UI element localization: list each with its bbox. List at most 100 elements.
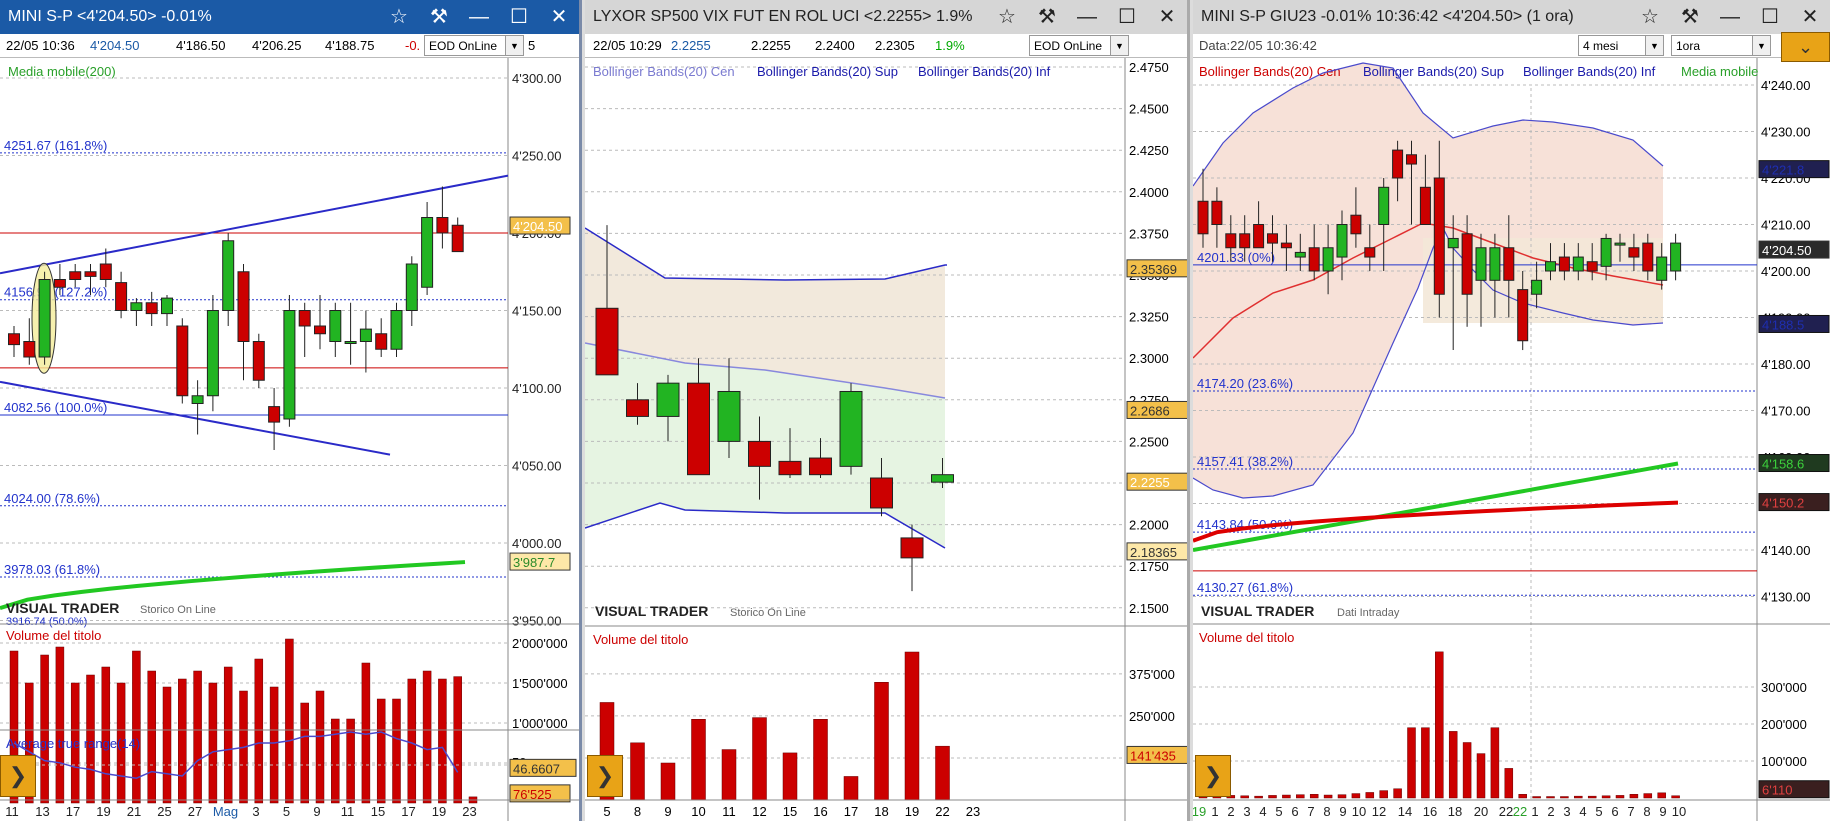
price-candle	[1558, 256, 1570, 272]
volume-bar	[935, 745, 950, 801]
info-low: 2.2305	[875, 38, 915, 53]
info-open: 2.2255	[751, 38, 791, 53]
price-candle	[1239, 233, 1251, 249]
data-source-select[interactable]: EOD OnLine ▼	[1029, 35, 1129, 56]
volume-bar	[422, 670, 432, 804]
x-tick-label: 8	[1643, 804, 1650, 819]
volume-bar	[691, 719, 706, 801]
volume-bar	[782, 752, 798, 801]
indicator-label: Media mobile(200)	[8, 64, 116, 79]
volume-bar	[376, 698, 386, 804]
maximize-icon[interactable]: ☐	[1750, 0, 1790, 34]
panel3-title: MINI S-P GIU23 -0.01% 10:36:42 <4'204.50…	[1201, 8, 1574, 25]
price-candle	[1378, 186, 1390, 226]
volume-bar	[1490, 727, 1500, 799]
star-icon[interactable]: ☆	[379, 0, 419, 34]
x-tick-label: 5	[1595, 804, 1602, 819]
fib-cutoff-label: 3916.74 (50.0%)	[6, 616, 87, 628]
maximize-icon[interactable]: ☐	[499, 0, 539, 34]
volume-bar	[1601, 795, 1611, 799]
fib-level-label: 3978.03 (61.8%)	[4, 562, 100, 577]
panel3-titlebar[interactable]: MINI S-P GIU23 -0.01% 10:36:42 <4'204.50…	[1193, 0, 1830, 34]
x-tick-label: 11	[341, 804, 355, 819]
maximize-icon[interactable]: ☐	[1107, 0, 1147, 34]
minimize-icon[interactable]: —	[1710, 0, 1750, 34]
volume-bar	[1254, 795, 1263, 799]
volume-bar	[904, 651, 920, 801]
ma-tag: 3'987.7	[513, 555, 555, 570]
volume-tick-label: 100'000	[1761, 754, 1807, 769]
volume-bar	[1504, 768, 1514, 799]
hammer-icon[interactable]: ⚒	[419, 0, 459, 34]
legend-center: Bollinger Bands(20) Cen	[1199, 64, 1341, 79]
x-tick-label: Mag	[213, 804, 238, 819]
price-candle	[38, 279, 51, 358]
price-candle	[252, 341, 265, 381]
bb-inf-tag: 4'188.5	[1762, 317, 1804, 332]
close-icon[interactable]: ✕	[1147, 0, 1187, 34]
fib-level-label: 4130.27 (61.8%)	[1197, 580, 1293, 595]
y-tick-label: 4'200.00	[1761, 264, 1810, 279]
panel2-titlebar[interactable]: LYXOR SP500 VIX FUT EN ROL UCI <2.2255> …	[585, 0, 1187, 34]
select-value: 1ora	[1676, 38, 1701, 53]
minimize-icon[interactable]: —	[459, 0, 499, 34]
y-tick-label: 2.1500	[1129, 601, 1169, 616]
x-tick-label: 13	[35, 804, 49, 819]
legend-ma: Media mobile	[1681, 64, 1758, 79]
hammer-icon[interactable]: ⚒	[1670, 0, 1710, 34]
x-tick-label: 4	[1259, 804, 1266, 819]
minimize-icon[interactable]: —	[1067, 0, 1107, 34]
legend-inf: Bollinger Bands(20) Inf	[1523, 64, 1656, 79]
volume-bar	[1671, 795, 1680, 799]
y-tick-label: 2.2500	[1129, 434, 1169, 449]
price-candle	[687, 382, 710, 476]
volume-tick-label: 1'500'000	[512, 676, 568, 691]
volume-bar	[208, 682, 218, 804]
atr-tag: 46.6607	[513, 761, 560, 776]
x-tick-label: 12	[752, 804, 766, 819]
price-candle	[421, 217, 434, 288]
price-candle	[1628, 247, 1640, 258]
x-tick-label: 25	[157, 804, 171, 819]
y-tick-label: 4'230.00	[1761, 125, 1810, 140]
bb-inf-tag: 2.18365	[1130, 545, 1177, 560]
ma-red-tag: 4'150.2	[1762, 496, 1804, 511]
price-candle	[1670, 242, 1682, 272]
price-candle	[1656, 256, 1668, 281]
volume-bar	[1546, 796, 1555, 799]
price-candle	[1419, 186, 1431, 226]
expand-arrow-button[interactable]: ❯	[1195, 755, 1231, 797]
star-icon[interactable]: ☆	[1630, 0, 1670, 34]
price-candle	[1447, 237, 1459, 249]
x-tick-label: 18	[1448, 804, 1462, 819]
price-candle	[23, 341, 36, 358]
period-select[interactable]: 4 mesi ▼	[1578, 35, 1664, 56]
panel1-titlebar[interactable]: MINI S-P <4'204.50> -0.01% ☆ ⚒ — ☐ ✕	[0, 0, 579, 34]
x-tick-label: 6	[1611, 804, 1618, 819]
x-tick-label: 3	[1243, 804, 1250, 819]
panel2-chart[interactable]: 2.47502.45002.42502.40002.37502.35002.32…	[585, 58, 1190, 821]
volume-bar	[1629, 794, 1639, 799]
volume-bar	[1518, 794, 1527, 799]
close-icon[interactable]: ✕	[539, 0, 579, 34]
volume-bar	[1393, 788, 1402, 799]
legend-inf: Bollinger Bands(20) Inf	[918, 64, 1051, 79]
panel3-chart[interactable]: 4'240.004'230.004'220.004'210.004'200.00…	[1193, 58, 1830, 821]
volume-bar	[1587, 795, 1597, 799]
close-icon[interactable]: ✕	[1790, 0, 1830, 34]
brand-label: VISUAL TRADER	[1201, 603, 1314, 619]
expand-arrow-button[interactable]: ❯	[587, 755, 623, 797]
x-tick-label: 4	[1579, 804, 1586, 819]
interval-select[interactable]: 1ora ▼	[1671, 35, 1771, 56]
volume-bar	[269, 686, 279, 804]
bb-sup-tag: 4'221.8	[1762, 163, 1804, 178]
star-icon[interactable]: ☆	[987, 0, 1027, 34]
hammer-icon[interactable]: ⚒	[1027, 0, 1067, 34]
expand-arrow-button[interactable]: ❯	[0, 755, 36, 797]
panel1-chart[interactable]: Media mobile(200)4'300.004'250.004'200.0…	[0, 58, 582, 821]
price-candle	[1517, 289, 1529, 342]
price-candle	[626, 399, 649, 417]
volume-bar	[1323, 794, 1333, 799]
data-source-select[interactable]: EOD OnLine ▼	[424, 35, 524, 56]
price-tag: 4'204.50	[513, 219, 562, 234]
